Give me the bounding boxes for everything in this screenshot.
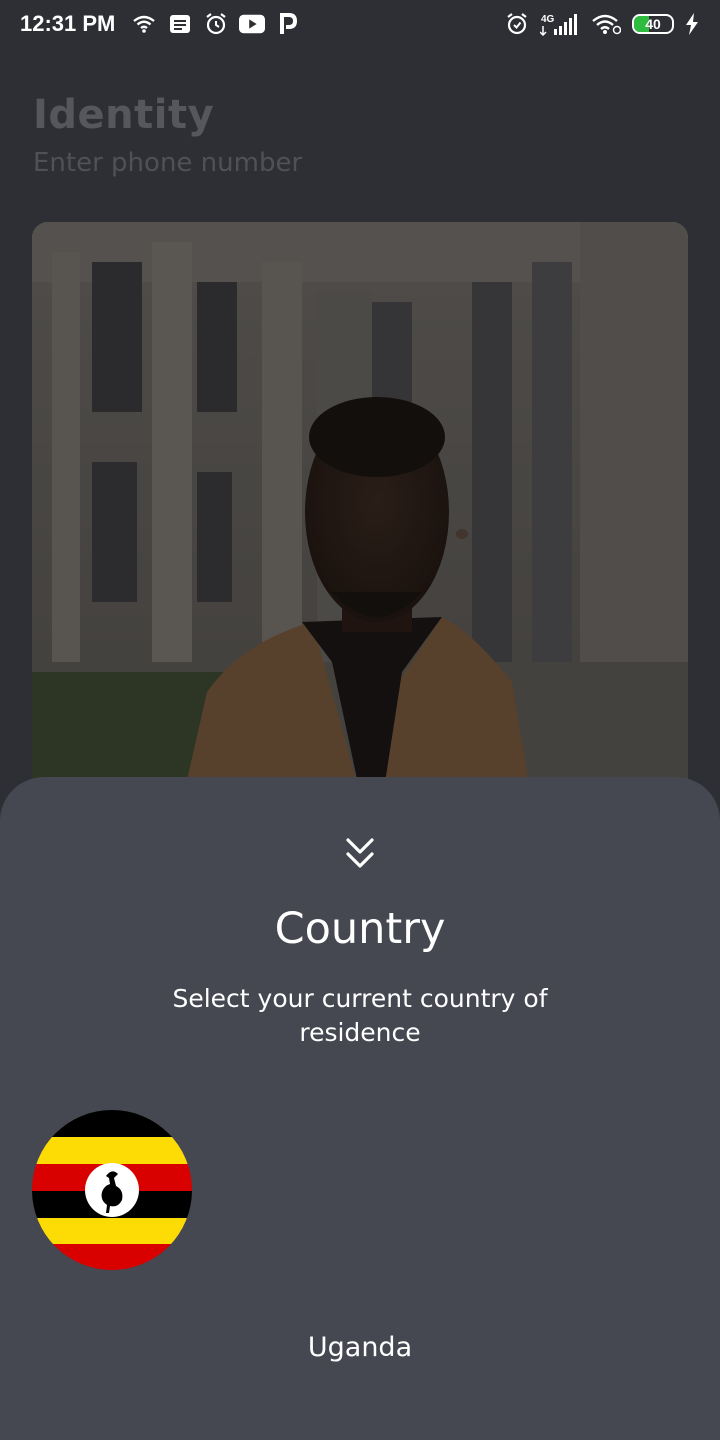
hero-image: [32, 222, 688, 802]
alarm-icon: [203, 11, 229, 37]
page-title: Identity: [33, 92, 215, 138]
charging-icon: [684, 11, 700, 37]
uganda-flag-icon[interactable]: [32, 1110, 192, 1270]
sheet-title: Country: [274, 904, 446, 954]
status-bar-left: 12:31 PM: [20, 11, 301, 37]
sheet-subtitle: Select your current country of residence: [172, 984, 548, 1047]
chevron-double-down-icon[interactable]: [344, 836, 376, 872]
wifi-icon: [590, 11, 622, 37]
message-icon: [167, 11, 193, 37]
network-label: 4G: [541, 14, 555, 25]
signal-icon: 4G: [540, 11, 580, 37]
paytm-icon: [275, 11, 301, 37]
country-name[interactable]: Uganda: [0, 1332, 720, 1363]
page-subtitle: Enter phone number: [33, 148, 303, 178]
youtube-icon: [239, 11, 266, 37]
battery-icon: 40: [632, 14, 674, 34]
status-bar-right: 4G 40: [504, 11, 700, 37]
wifi-icon: [131, 11, 157, 37]
status-bar: 12:31 PM 4G 40: [0, 0, 720, 48]
battery-level: 40: [645, 16, 661, 32]
alarm-icon: [504, 11, 530, 37]
status-time: 12:31 PM: [20, 11, 116, 36]
